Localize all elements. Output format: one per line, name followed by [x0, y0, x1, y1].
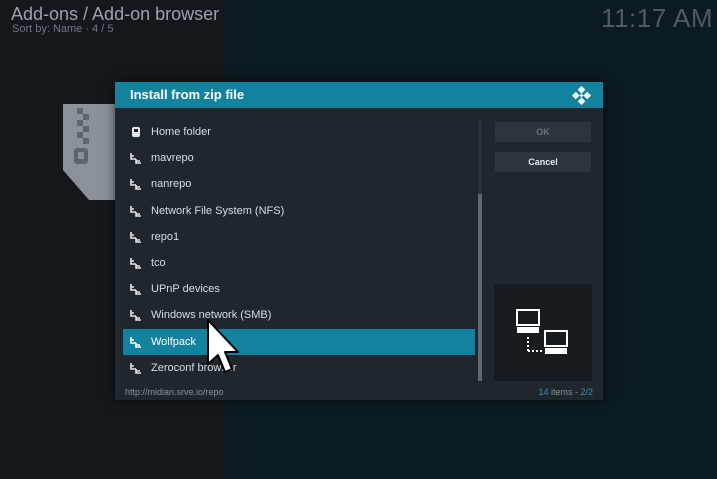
list-item-upnp[interactable]: UPnP devices — [123, 276, 475, 302]
list-item-nfs[interactable]: Network File System (NFS) — [123, 198, 475, 224]
network-share-icon — [130, 336, 141, 348]
kodi-logo-icon — [572, 86, 591, 105]
network-share-icon — [130, 310, 141, 322]
list-item-home-folder[interactable]: Home folder — [123, 119, 475, 145]
list-item-label: UPnP devices — [151, 283, 220, 296]
item-count-number: 14 — [538, 387, 549, 397]
list-item-label: repo1 — [151, 230, 180, 243]
list-item-label: Home folder — [151, 126, 211, 138]
page-indicator: 2/2 — [580, 387, 593, 397]
network-share-icon — [130, 231, 141, 243]
list-item-label: tco — [151, 256, 166, 269]
source-list: Home folder mavrepo nanrepo Network File… — [123, 119, 475, 380]
list-item-repo1[interactable]: repo1 — [123, 224, 475, 250]
list-item-zeroconf[interactable]: Zeroconf browser — [123, 355, 475, 380]
sort-info: Sort by: Name · 4 / 5 — [12, 23, 114, 35]
list-item-smb[interactable]: Windows network (SMB) — [123, 302, 475, 328]
mouse-pointer-icon — [207, 319, 239, 373]
list-item-label: Network File System (NFS) — [151, 204, 285, 217]
list-item-label: mavrepo — [151, 152, 194, 165]
item-count: 14 items - 2/2 — [538, 387, 593, 397]
network-share-icon — [130, 362, 141, 374]
list-item-nanrepo[interactable]: nanrepo — [123, 171, 475, 197]
list-item-mavrepo[interactable]: mavrepo — [123, 145, 475, 171]
home-folder-icon — [132, 127, 140, 137]
network-share-icon — [130, 257, 141, 269]
network-share-icon — [130, 153, 141, 164]
clock: 11:17 AM — [601, 3, 713, 33]
list-item-tco[interactable]: tco — [123, 250, 475, 276]
list-item-label: Wolfpack — [151, 335, 197, 348]
ok-button[interactable]: OK — [495, 122, 591, 142]
install-from-zip-dialog: Install from zip file Home folder mavrep… — [115, 82, 603, 400]
dialog-title: Install from zip file — [130, 87, 245, 102]
item-count-suffix: items - — [548, 387, 581, 397]
network-share-icon — [130, 284, 141, 295]
list-item-label: nanrepo — [151, 178, 192, 191]
dialog-header: Install from zip file — [115, 82, 603, 108]
network-share-icon — [130, 205, 141, 217]
scrollbar-thumb[interactable] — [478, 194, 482, 381]
network-share-icon — [130, 179, 141, 191]
network-icon — [516, 309, 568, 354]
cancel-button[interactable]: Cancel — [495, 152, 591, 172]
list-item-wolfpack[interactable]: Wolfpack — [123, 328, 475, 355]
current-path: http://midian.srve.io/repo — [125, 387, 224, 397]
page-title: Add-ons / Add-on browser — [11, 4, 220, 24]
network-thumbnail — [494, 284, 592, 381]
zip-file-icon — [63, 104, 115, 200]
